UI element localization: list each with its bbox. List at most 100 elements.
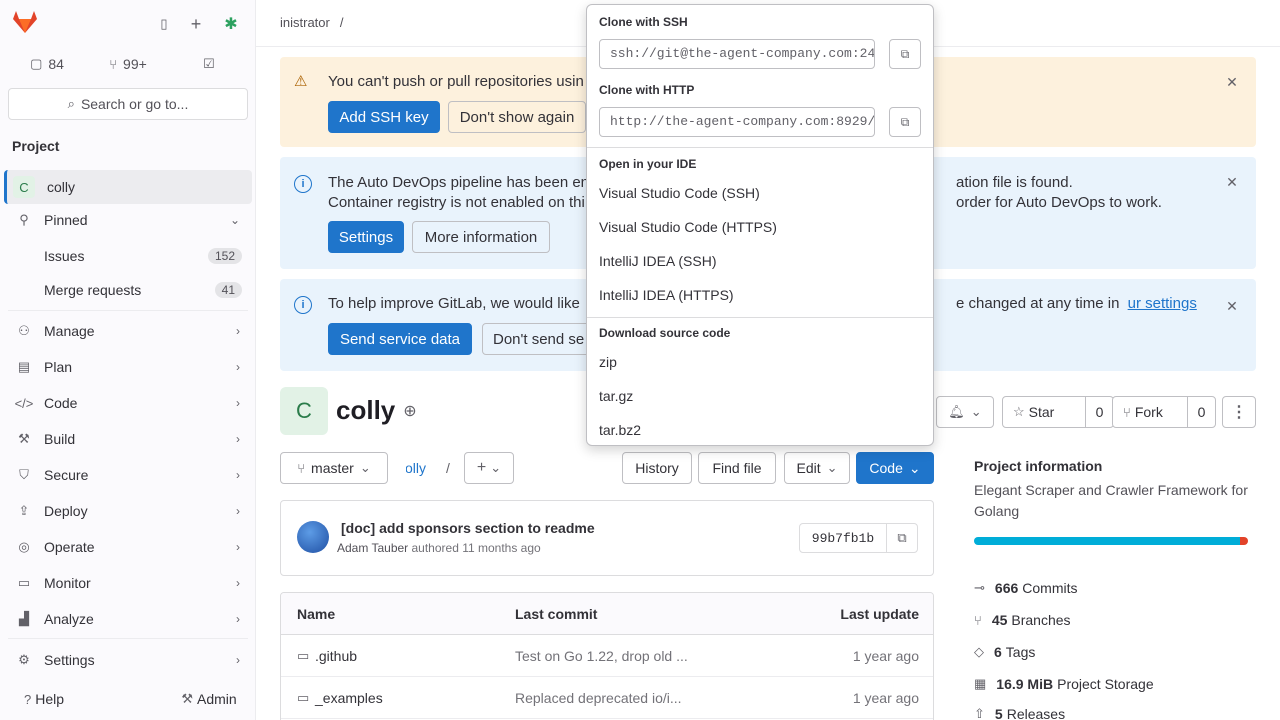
- ide-item-vscode-https[interactable]: Visual Studio Code (HTTPS): [599, 213, 929, 241]
- sidebar-item-deploy[interactable]: ⇪ Deploy ›: [4, 494, 252, 528]
- copy-sha-button[interactable]: ⧉: [886, 523, 918, 553]
- commit-time: authored 11 months ago: [411, 541, 541, 555]
- sidebar: ▯ + ✱ ▢ 84 ⑂ 99+ ☑ ⌕ Search or go to... Pro…: [0, 0, 256, 720]
- chevron-right-icon: ›: [236, 612, 240, 626]
- ide-item-intellij-https[interactable]: IntelliJ IDEA (HTTPS): [599, 281, 929, 309]
- sidebar-toggle-button[interactable]: ▯: [150, 8, 178, 40]
- issues-count-button[interactable]: ▢ 84: [8, 48, 86, 80]
- help-button[interactable]: ? Help: [8, 684, 80, 714]
- create-new-button[interactable]: +: [182, 8, 210, 40]
- dont-show-again-button[interactable]: Don't show again: [448, 101, 586, 133]
- admin-button[interactable]: ⚒ Admin: [170, 684, 248, 714]
- sidebar-item-manage[interactable]: ⚇ Manage ›: [4, 314, 252, 348]
- file-last-commit[interactable]: Test on Go 1.22, drop old ...: [515, 648, 699, 664]
- clone-ssh-title: Clone with SSH: [599, 15, 688, 29]
- search-button[interactable]: ⌕ Search or go to...: [8, 88, 248, 120]
- breadcrumb-link[interactable]: [353, 16, 383, 30]
- table-row[interactable]: ▭ _examples Replaced deprecated io/i... …: [281, 677, 933, 719]
- repo-path-root[interactable]: colly: [406, 460, 438, 476]
- stat-storage[interactable]: ▦ 16.9 MiB Project Storage: [974, 676, 1154, 692]
- user-avatar-button[interactable]: ✱: [216, 8, 246, 40]
- send-service-data-button[interactable]: Send service data: [328, 323, 472, 355]
- info-icon: i: [294, 296, 312, 314]
- chevron-right-icon: ›: [236, 504, 240, 518]
- branch-name: master: [311, 460, 354, 476]
- todos-button[interactable]: ☑: [170, 48, 248, 80]
- sidebar-item-settings[interactable]: ⚙ Settings ›: [4, 643, 252, 677]
- bell-icon: 🔔︎: [948, 404, 965, 419]
- copy-http-url-button[interactable]: ⧉: [889, 107, 921, 137]
- settings-link[interactable]: ur settings: [1128, 295, 1197, 312]
- clone-ssh-url-field[interactable]: ssh://git@the-agent-company.com:2424/roo…: [599, 39, 875, 69]
- download-section-title: Download source code: [599, 326, 731, 340]
- ide-item-vscode-ssh[interactable]: Visual Studio Code (SSH): [599, 179, 929, 207]
- author-avatar: [297, 521, 329, 553]
- commit-author[interactable]: Adam Tauber: [337, 541, 408, 555]
- build-icon: ⚒: [18, 431, 30, 446]
- table-row[interactable]: ▭ .github Test on Go 1.22, drop old ... …: [281, 635, 933, 677]
- stat-label: Commits: [1022, 580, 1078, 596]
- stat-releases[interactable]: ⇧ 5 Releases: [974, 706, 1065, 720]
- sidebar-item-issues[interactable]: Issues 152: [4, 239, 252, 273]
- stat-commits[interactable]: ⊸ 666 Commits: [974, 580, 1078, 596]
- more-information-button[interactable]: More information: [412, 221, 550, 253]
- download-tar-gz[interactable]: tar.gz: [599, 382, 929, 410]
- add-to-tree-button[interactable]: + ⌄: [464, 452, 514, 484]
- breadcrumb-link[interactable]: inistrator: [280, 15, 330, 30]
- sidebar-item-pinned[interactable]: ⚲ Pinned ⌄: [4, 203, 252, 237]
- chevron-down-icon: ⌄: [229, 213, 240, 227]
- download-tar-bz2[interactable]: tar.bz2: [599, 416, 929, 444]
- chevron-right-icon: ›: [236, 576, 240, 590]
- file-name[interactable]: .github: [315, 648, 357, 664]
- gitlab-logo-icon[interactable]: [12, 10, 40, 36]
- sidebar-item-label: Monitor: [44, 575, 91, 591]
- star-button[interactable]: ☆ Star 0: [1002, 396, 1114, 428]
- sidebar-item-merge-requests[interactable]: Merge requests 41: [4, 273, 252, 307]
- clone-http-url-field[interactable]: http://the-agent-company.com:8929/root/c…: [599, 107, 875, 137]
- notifications-button[interactable]: 🔔︎ ⌄: [936, 396, 994, 428]
- stat-branches[interactable]: ⑂ 45 Branches: [974, 612, 1071, 628]
- file-last-commit[interactable]: Replaced deprecated io/i...: [515, 690, 699, 706]
- close-icon[interactable]: ✕: [1220, 295, 1244, 317]
- commit-sha[interactable]: 99b7fb1b: [799, 523, 887, 553]
- tag-icon: ◇: [974, 644, 984, 659]
- file-name[interactable]: _examples: [315, 690, 383, 706]
- commit-title[interactable]: [doc] add sponsors section to readme: [341, 520, 595, 536]
- sidebar-item-project[interactable]: C colly: [4, 170, 252, 204]
- sidebar-item-monitor[interactable]: ▭ Monitor ›: [4, 566, 252, 600]
- search-label: Search or go to...: [80, 96, 189, 112]
- sidebar-item-operate[interactable]: ◎ Operate ›: [4, 530, 252, 564]
- download-zip[interactable]: zip: [599, 348, 929, 376]
- sidebar-item-analyze[interactable]: ▟ Analyze ›: [4, 602, 252, 636]
- sidebar-item-build[interactable]: ⚒ Build ›: [4, 422, 252, 456]
- find-file-button[interactable]: Find file: [698, 452, 776, 484]
- stat-label: Project Storage: [1057, 676, 1154, 692]
- close-icon[interactable]: ✕: [1220, 71, 1244, 93]
- close-icon[interactable]: ✕: [1220, 171, 1244, 193]
- warning-icon: ⚠: [294, 73, 308, 90]
- branch-selector[interactable]: ⑂ master ⌄: [280, 452, 388, 484]
- merge-requests-count: 99+: [123, 56, 147, 72]
- section-title: Project: [12, 138, 60, 154]
- ide-item-intellij-ssh[interactable]: IntelliJ IDEA (SSH): [599, 247, 929, 275]
- copy-ssh-url-button[interactable]: ⧉: [889, 39, 921, 69]
- operate-icon: ◎: [18, 539, 30, 554]
- edit-button[interactable]: Edit ⌄: [784, 452, 850, 484]
- code-label: Code: [869, 460, 903, 476]
- merge-requests-count-button[interactable]: ⑂ 99+: [88, 48, 168, 80]
- stat-tags[interactable]: ◇ 6 Tags: [974, 644, 1035, 660]
- edit-label: Edit: [796, 460, 821, 476]
- sidebar-item-label: Code: [44, 395, 78, 411]
- plus-icon: +: [190, 13, 202, 34]
- add-ssh-key-button[interactable]: Add SSH key: [328, 101, 440, 133]
- sidebar-item-code[interactable]: </> Code ›: [4, 386, 252, 420]
- sidebar-item-plan[interactable]: ▤ Plan ›: [4, 350, 252, 384]
- sidebar-item-secure[interactable]: ⛉ Secure ›: [4, 458, 252, 492]
- admin-icon: ⚒: [181, 691, 193, 706]
- more-actions-button[interactable]: ⋮: [1222, 396, 1256, 428]
- history-button[interactable]: History: [622, 452, 692, 484]
- project-avatar: C: [13, 176, 35, 198]
- fork-button[interactable]: ⑂ Fork 0: [1112, 396, 1216, 428]
- code-button[interactable]: Code ⌄: [856, 452, 934, 484]
- settings-button[interactable]: Settings: [328, 221, 404, 253]
